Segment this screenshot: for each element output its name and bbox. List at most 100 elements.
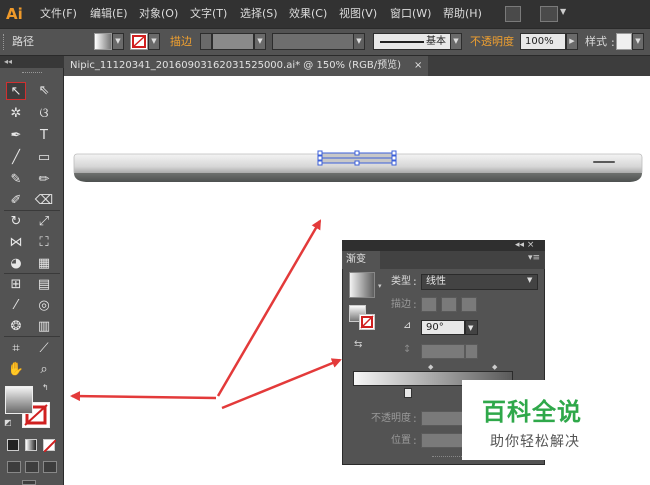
menu-object[interactable]: 对象(O) <box>139 6 178 22</box>
gradient-preset-dropdown-icon[interactable]: ▾ <box>378 282 382 290</box>
angle-dropdown-icon[interactable]: ▼ <box>465 320 478 335</box>
aspect-ratio-dropdown-icon[interactable] <box>465 344 478 359</box>
gradient-panel-tab[interactable]: 渐变 <box>342 251 380 269</box>
panel-collapse-close-icon[interactable]: ◂◂ × <box>515 240 534 251</box>
gradient-stop[interactable] <box>404 388 412 398</box>
pen-tool-icon[interactable]: ✒ <box>6 127 26 145</box>
brush-definition[interactable]: 基本 <box>373 33 461 50</box>
opacity-label[interactable]: 不透明度 <box>470 35 514 49</box>
magic-wand-tool-icon[interactable]: ✲ <box>6 105 26 123</box>
type-tool-icon[interactable]: T <box>34 127 54 145</box>
hand-tool-icon[interactable]: ✋ <box>6 361 26 379</box>
brush-style-label: 基本 <box>426 36 446 47</box>
width-tool-icon[interactable]: ⋈ <box>6 234 26 252</box>
column-graph-tool-icon[interactable]: ▥ <box>34 318 54 336</box>
stroke-swatch[interactable] <box>130 33 148 50</box>
arrange-dropdown-icon[interactable]: ▼ <box>560 7 566 16</box>
slice-tool-icon[interactable]: ⟋ <box>34 340 54 358</box>
panel-resize-grip-icon[interactable] <box>432 456 462 459</box>
reverse-gradient-icon[interactable]: ⇆ <box>354 339 370 353</box>
line-segment-tool-icon[interactable]: ╱ <box>6 149 26 167</box>
paintbrush-tool-icon[interactable]: ✎ <box>6 171 26 189</box>
draw-inside-icon[interactable] <box>43 461 57 473</box>
variable-width-dropdown-icon[interactable]: ▼ <box>353 33 365 50</box>
mesh-tool-icon[interactable]: ⊞ <box>6 276 26 294</box>
stroke-weight-stepper[interactable] <box>200 33 212 50</box>
draw-normal-icon[interactable] <box>7 461 21 473</box>
angle-field[interactable]: 90° <box>421 320 465 335</box>
menu-view[interactable]: 视图(V) <box>339 6 377 22</box>
blob-brush-tool-icon[interactable]: ✐ <box>6 192 26 210</box>
menu-select[interactable]: 选择(S) <box>240 6 278 22</box>
stroke-weight-dropdown-icon[interactable]: ▼ <box>254 33 266 50</box>
zoom-tool-icon[interactable]: ⌕ <box>34 361 54 379</box>
gradient-mode-icon[interactable] <box>25 439 37 451</box>
pencil-tool-icon[interactable]: ✏ <box>34 171 54 189</box>
default-fill-stroke-icon[interactable]: ◩ <box>4 418 12 427</box>
panel-menu-icon[interactable]: ▾≡ <box>528 253 540 263</box>
gradient-stroke-icon[interactable] <box>359 314 375 330</box>
opacity-field[interactable]: 100% <box>520 33 566 50</box>
perspective-grid-tool-icon[interactable]: ▦ <box>34 255 54 273</box>
draw-behind-icon[interactable] <box>25 461 39 473</box>
stroke-within-icon[interactable] <box>421 297 437 312</box>
graphic-style-dropdown-icon[interactable]: ▼ <box>632 33 644 50</box>
arrange-documents-icon[interactable] <box>540 6 558 22</box>
fill-swatch[interactable] <box>94 33 112 50</box>
bridge-icon[interactable] <box>505 6 521 22</box>
color-mode-icon[interactable] <box>7 439 19 451</box>
blend-tool-icon[interactable]: ◎ <box>34 297 54 315</box>
menu-window[interactable]: 窗口(W) <box>390 6 431 22</box>
laptop-base-artwork[interactable] <box>64 140 650 190</box>
stop-opacity-field[interactable] <box>421 411 465 426</box>
angle-icon: ⊿ <box>403 320 412 331</box>
variable-width-profile[interactable] <box>272 33 364 50</box>
stroke-weight-field[interactable] <box>212 33 254 50</box>
menu-file[interactable]: 文件(F) <box>40 6 77 22</box>
artboard-tool-icon[interactable]: ⌗ <box>6 340 26 358</box>
object-type-label: 路径 <box>12 35 34 48</box>
selection-tool-icon[interactable]: ↖ <box>6 82 26 100</box>
gradient-preview-swatch[interactable] <box>349 272 375 298</box>
close-tab-icon[interactable]: × <box>414 56 426 76</box>
screen-mode-icon[interactable] <box>22 480 36 485</box>
lasso-tool-icon[interactable]: ଓ <box>34 105 54 123</box>
stroke-label[interactable]: 描边 <box>170 35 192 49</box>
scale-tool-icon[interactable]: ⤢ <box>34 213 54 231</box>
menu-help[interactable]: 帮助(H) <box>443 6 482 22</box>
stop-location-field[interactable] <box>421 433 465 448</box>
free-transform-tool-icon[interactable]: ⛶ <box>34 234 54 252</box>
direct-selection-tool-icon[interactable]: ⇖ <box>34 82 54 100</box>
aspect-ratio-field[interactable] <box>421 344 465 359</box>
brush-dropdown-icon[interactable]: ▼ <box>450 33 462 50</box>
stroke-along-icon[interactable] <box>441 297 457 312</box>
watermark-subtitle: 助你轻松解决 <box>490 434 580 450</box>
midpoint-diamond-icon-2[interactable]: ◆ <box>492 363 497 371</box>
gradient-tool-icon[interactable]: ▤ <box>34 276 54 294</box>
eyedropper-tool-icon[interactable]: ⁄ <box>6 297 26 315</box>
opacity-dropdown-icon[interactable]: ▶ <box>566 33 578 50</box>
shape-builder-tool-icon[interactable]: ◕ <box>6 255 26 273</box>
symbol-sprayer-tool-icon[interactable]: ❂ <box>6 318 26 336</box>
stroke-dropdown-icon[interactable]: ▼ <box>148 33 160 50</box>
fill-dropdown-icon[interactable]: ▼ <box>112 33 124 50</box>
stroke-across-icon[interactable] <box>461 297 477 312</box>
menu-edit[interactable]: 编辑(E) <box>90 6 128 22</box>
gradient-type-select[interactable]: 线性 <box>421 274 538 290</box>
swap-fill-stroke-icon[interactable]: ↰ <box>42 383 49 392</box>
eraser-tool-icon[interactable]: ⌫ <box>34 192 54 210</box>
none-mode-icon[interactable] <box>43 439 57 453</box>
graphic-style-swatch[interactable] <box>616 33 632 50</box>
watermark-title: 百科全说 <box>482 398 582 426</box>
tools-grip-icon <box>22 72 42 74</box>
app-logo: Ai <box>6 5 23 23</box>
midpoint-diamond-icon[interactable]: ◆ <box>428 363 433 371</box>
document-tab[interactable]: Nipic_11120341_20160903162031525000.ai* … <box>64 56 428 76</box>
rotate-tool-icon[interactable]: ↻ <box>6 213 26 231</box>
menu-type[interactable]: 文字(T) <box>190 6 227 22</box>
type-dropdown-icon[interactable]: ▼ <box>527 276 532 284</box>
rectangle-tool-icon[interactable]: ▭ <box>34 149 54 167</box>
fill-color-box-front[interactable] <box>5 386 33 414</box>
menu-effect[interactable]: 效果(C) <box>289 6 327 22</box>
tools-collapse-icon[interactable]: ◂◂ <box>0 56 64 68</box>
